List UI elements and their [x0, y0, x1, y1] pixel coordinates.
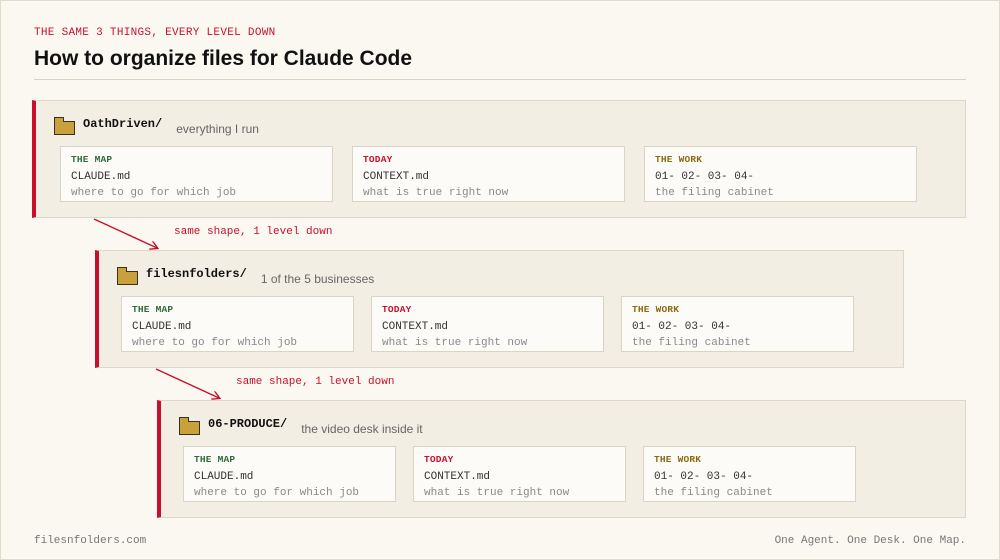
footer-site: filesnfolders.com: [34, 535, 147, 547]
footer-tagline: One Agent. One Desk. One Map.: [774, 535, 966, 547]
connector-arrows: [93, 218, 1000, 560]
arrow-down-right-icon: [93, 218, 157, 248]
arrow-down-right-icon: [155, 368, 219, 398]
